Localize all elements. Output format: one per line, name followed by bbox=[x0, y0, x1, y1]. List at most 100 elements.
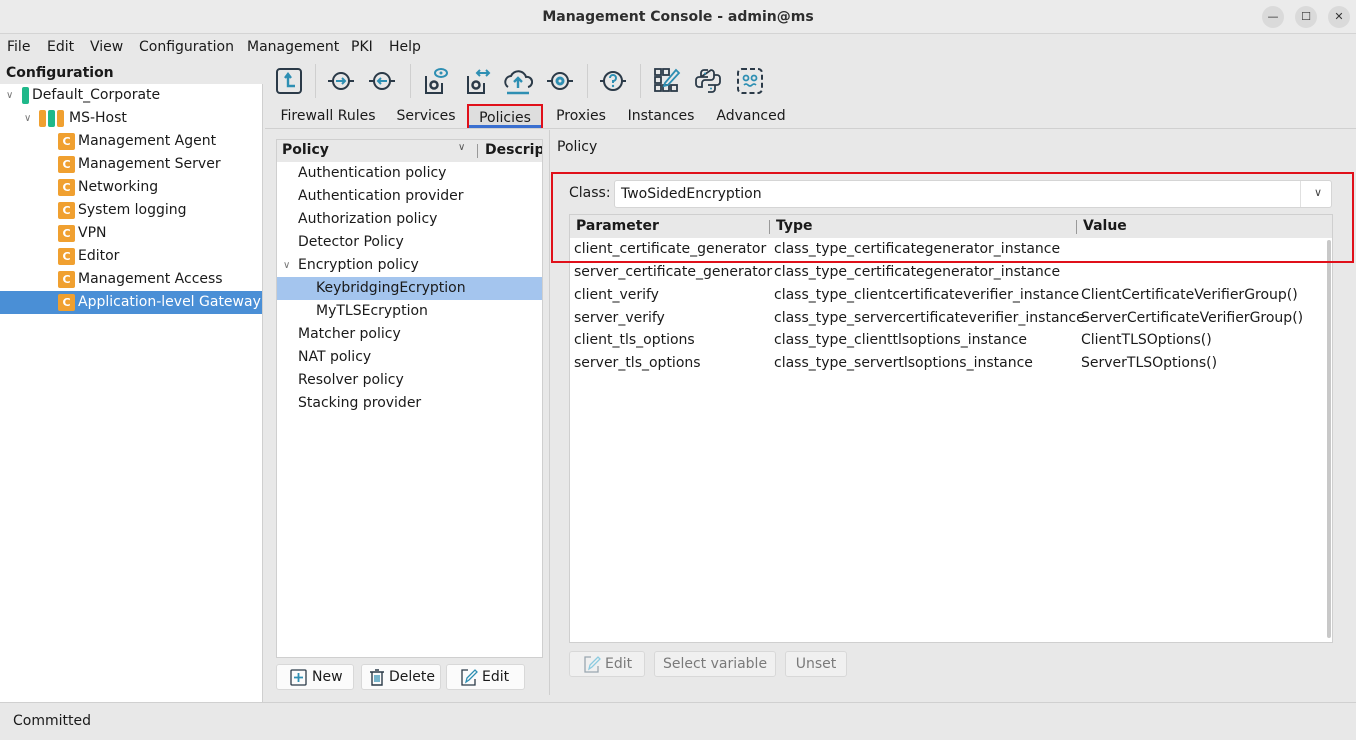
compare-config-icon[interactable] bbox=[462, 66, 492, 96]
tree-item-component[interactable]: C Networking bbox=[0, 176, 262, 199]
tree-item-label: System logging bbox=[78, 202, 187, 218]
status-text: Committed bbox=[13, 713, 91, 729]
list-item-label: NAT policy bbox=[298, 349, 372, 365]
new-button-label: New bbox=[312, 669, 343, 685]
edit-parameter-label: Edit bbox=[605, 656, 633, 672]
chevron-down-icon[interactable]: ∨ bbox=[24, 107, 31, 130]
combo-separator bbox=[1300, 181, 1301, 207]
list-item[interactable]: Authentication policy bbox=[277, 162, 542, 185]
tree-item-component[interactable]: C System logging bbox=[0, 199, 262, 222]
cell-parameter: server_tls_options bbox=[574, 355, 701, 371]
tree-item-component[interactable]: C VPN bbox=[0, 222, 262, 245]
host-icon-segment bbox=[57, 110, 64, 127]
policy-section-title: Policy bbox=[557, 139, 598, 155]
list-item[interactable]: Authentication provider bbox=[277, 185, 542, 208]
unset-button[interactable]: Unset bbox=[785, 651, 847, 677]
component-icon: C bbox=[58, 225, 75, 242]
menu-help[interactable]: Help bbox=[389, 39, 421, 55]
tab-services[interactable]: Services bbox=[392, 104, 460, 128]
table-row[interactable]: client_verify class_type_clientcertifica… bbox=[570, 284, 1326, 307]
tab-instances[interactable]: Instances bbox=[624, 104, 698, 128]
table-row[interactable]: client_tls_options class_type_clienttlso… bbox=[570, 329, 1326, 352]
chevron-down-icon[interactable]: ∨ bbox=[1314, 186, 1322, 199]
cell-type: class_type_servercertificateverifier_ins… bbox=[774, 310, 1085, 326]
chevron-down-icon[interactable]: ∨ bbox=[6, 84, 13, 107]
service-icon[interactable] bbox=[545, 66, 575, 96]
panel-divider[interactable] bbox=[549, 130, 550, 695]
delete-button[interactable]: Delete bbox=[361, 664, 441, 690]
component-icon: C bbox=[58, 133, 75, 150]
list-item[interactable]: Resolver policy bbox=[277, 369, 542, 392]
tab-divider bbox=[265, 128, 1356, 129]
tree-item-label: Management Agent bbox=[78, 133, 217, 149]
list-item[interactable]: Stacking provider bbox=[277, 392, 542, 415]
column-header-type[interactable]: Type bbox=[776, 218, 813, 234]
tree-item-component[interactable]: C Management Server bbox=[0, 153, 262, 176]
tree-item-component[interactable]: C Editor bbox=[0, 245, 262, 268]
connect-out-icon[interactable] bbox=[367, 66, 397, 96]
toolbar-separator bbox=[315, 64, 316, 98]
minimize-button[interactable]: — bbox=[1262, 6, 1284, 28]
table-row[interactable]: client_certificate_generator class_type_… bbox=[570, 238, 1326, 261]
edit-policy-button[interactable]: Edit bbox=[446, 664, 525, 690]
class-select[interactable]: TwoSidedEncryption ∨ bbox=[614, 180, 1332, 208]
tab-policies[interactable]: Policies bbox=[467, 104, 543, 128]
chevron-down-icon[interactable]: ∨ bbox=[283, 254, 290, 277]
tab-proxies[interactable]: Proxies bbox=[550, 104, 612, 128]
status-bar: Committed bbox=[0, 702, 1356, 740]
component-icon: C bbox=[58, 202, 75, 219]
tree-item-label: Networking bbox=[78, 179, 159, 195]
cloud-upload-icon[interactable] bbox=[503, 66, 533, 96]
cell-value: ClientCertificateVerifierGroup() bbox=[1081, 287, 1298, 303]
tab-firewall-rules[interactable]: Firewall Rules bbox=[276, 104, 380, 128]
edit-parameter-button[interactable]: Edit bbox=[569, 651, 645, 677]
menu-management[interactable]: Management bbox=[247, 39, 339, 55]
menu-configuration[interactable]: Configuration bbox=[139, 39, 234, 55]
column-header-parameter[interactable]: Parameter bbox=[576, 218, 659, 234]
table-row[interactable]: server_verify class_type_servercertifica… bbox=[570, 307, 1326, 330]
menu-edit[interactable]: Edit bbox=[47, 39, 74, 55]
column-header-policy[interactable]: Policy bbox=[282, 142, 329, 158]
cell-type: class_type_servertlsoptions_instance bbox=[774, 355, 1033, 371]
menu-pki[interactable]: PKI bbox=[351, 39, 373, 55]
list-item[interactable]: MyTLSEcryption bbox=[277, 300, 542, 323]
column-header-description[interactable]: Descript bbox=[485, 142, 542, 158]
close-button[interactable]: ✕ bbox=[1328, 6, 1350, 28]
column-header-value[interactable]: Value bbox=[1083, 218, 1127, 234]
menu-bar: File Edit View Configuration Management … bbox=[0, 35, 1356, 61]
maximize-button[interactable]: ☐ bbox=[1295, 6, 1317, 28]
table-scrollbar[interactable] bbox=[1327, 240, 1331, 638]
upload-config-icon[interactable] bbox=[274, 66, 304, 96]
list-item[interactable]: Matcher policy bbox=[277, 323, 542, 346]
edit-grid-icon[interactable] bbox=[652, 66, 682, 96]
view-config-icon[interactable] bbox=[420, 66, 450, 96]
tree-item-component-selected[interactable]: C Application-level Gateway bbox=[0, 291, 262, 314]
tree-item-host[interactable]: ∨ MS-Host bbox=[0, 107, 262, 130]
new-button[interactable]: New bbox=[276, 664, 354, 690]
help-icon[interactable] bbox=[598, 66, 628, 96]
menu-file[interactable]: File bbox=[7, 39, 30, 55]
tree-item-component[interactable]: C Management Agent bbox=[0, 130, 262, 153]
sort-chevron-icon[interactable]: ∨ bbox=[458, 142, 465, 153]
python-icon[interactable] bbox=[693, 66, 723, 96]
cell-type: class_type_certificategenerator_instance bbox=[774, 264, 1061, 280]
list-item[interactable]: NAT policy bbox=[277, 346, 542, 369]
list-item-selected[interactable]: KeybridgingEcryption bbox=[277, 277, 542, 300]
robot-icon[interactable] bbox=[735, 66, 765, 96]
tree-item-root[interactable]: ∨ Default_Corporate bbox=[0, 84, 262, 107]
trash-icon bbox=[370, 669, 384, 686]
tree-item-component[interactable]: C Management Access bbox=[0, 268, 262, 291]
delete-button-label: Delete bbox=[389, 669, 435, 685]
menu-view[interactable]: View bbox=[90, 39, 123, 55]
toolbar-separator bbox=[640, 64, 641, 98]
tab-advanced[interactable]: Advanced bbox=[712, 104, 790, 128]
list-item[interactable]: Authorization policy bbox=[277, 208, 542, 231]
table-row[interactable]: server_certificate_generator class_type_… bbox=[570, 261, 1326, 284]
select-variable-button[interactable]: Select variable bbox=[654, 651, 776, 677]
list-item-label: MyTLSEcryption bbox=[316, 303, 428, 319]
connect-in-icon[interactable] bbox=[326, 66, 356, 96]
list-item[interactable]: Detector Policy bbox=[277, 231, 542, 254]
list-item-expanded[interactable]: ∨ Encryption policy bbox=[277, 254, 542, 277]
cell-value: ServerCertificateVerifierGroup() bbox=[1081, 310, 1304, 326]
table-row[interactable]: server_tls_options class_type_servertlso… bbox=[570, 352, 1326, 375]
